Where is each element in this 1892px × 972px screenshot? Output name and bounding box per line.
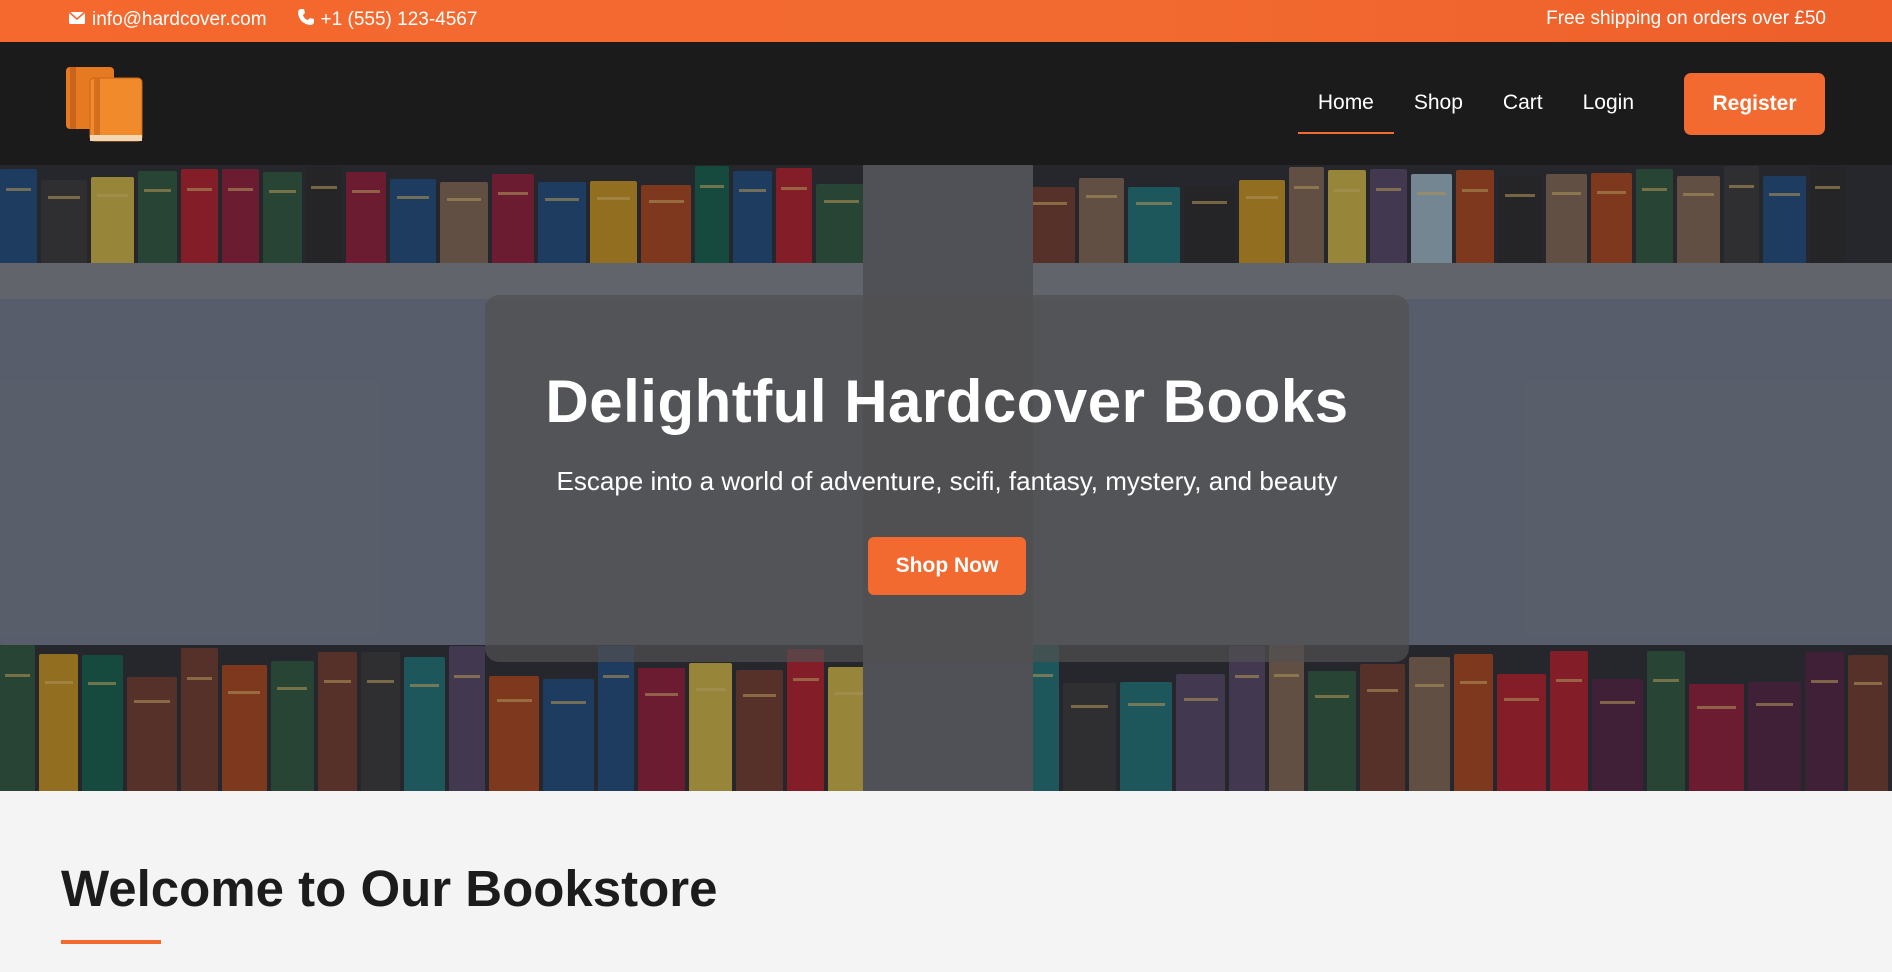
welcome-title: Welcome to Our Bookstore bbox=[61, 860, 718, 917]
welcome-section: Welcome to Our Bookstore bbox=[0, 791, 1892, 972]
shop-now-button[interactable]: Shop Now bbox=[868, 537, 1026, 595]
phone-icon bbox=[297, 8, 315, 32]
shipping-promo: Free shipping on orders over £50 bbox=[1546, 8, 1826, 29]
books-logo-icon[interactable] bbox=[66, 67, 146, 143]
main-nav: Home Shop Cart Login Register bbox=[0, 42, 1892, 165]
hero-title: Delightful Hardcover Books bbox=[545, 368, 1349, 435]
phone-contact[interactable]: +1 (555) 123-4567 bbox=[297, 8, 478, 32]
nav-cart[interactable]: Cart bbox=[1483, 73, 1563, 135]
email-contact[interactable]: info@hardcover.com bbox=[68, 8, 267, 32]
hero-subtitle: Escape into a world of adventure, scifi,… bbox=[556, 466, 1338, 496]
envelope-icon bbox=[68, 9, 86, 31]
hero-section: Delightful Hardcover Books Escape into a… bbox=[0, 165, 1892, 791]
nav-shop[interactable]: Shop bbox=[1394, 73, 1483, 135]
email-text: info@hardcover.com bbox=[92, 9, 267, 30]
phone-text: +1 (555) 123-4567 bbox=[320, 9, 478, 30]
nav-home[interactable]: Home bbox=[1297, 73, 1394, 135]
nav-menu: Home Shop Cart Login Register bbox=[1297, 73, 1825, 135]
top-bar: info@hardcover.com +1 (555) 123-4567 Fre… bbox=[0, 0, 1892, 42]
hero-card: Delightful Hardcover Books Escape into a… bbox=[485, 295, 1409, 662]
register-button[interactable]: Register bbox=[1684, 73, 1825, 135]
contact-info: info@hardcover.com +1 (555) 123-4567 bbox=[68, 8, 477, 32]
welcome-underline bbox=[61, 940, 161, 944]
nav-login[interactable]: Login bbox=[1563, 73, 1654, 135]
